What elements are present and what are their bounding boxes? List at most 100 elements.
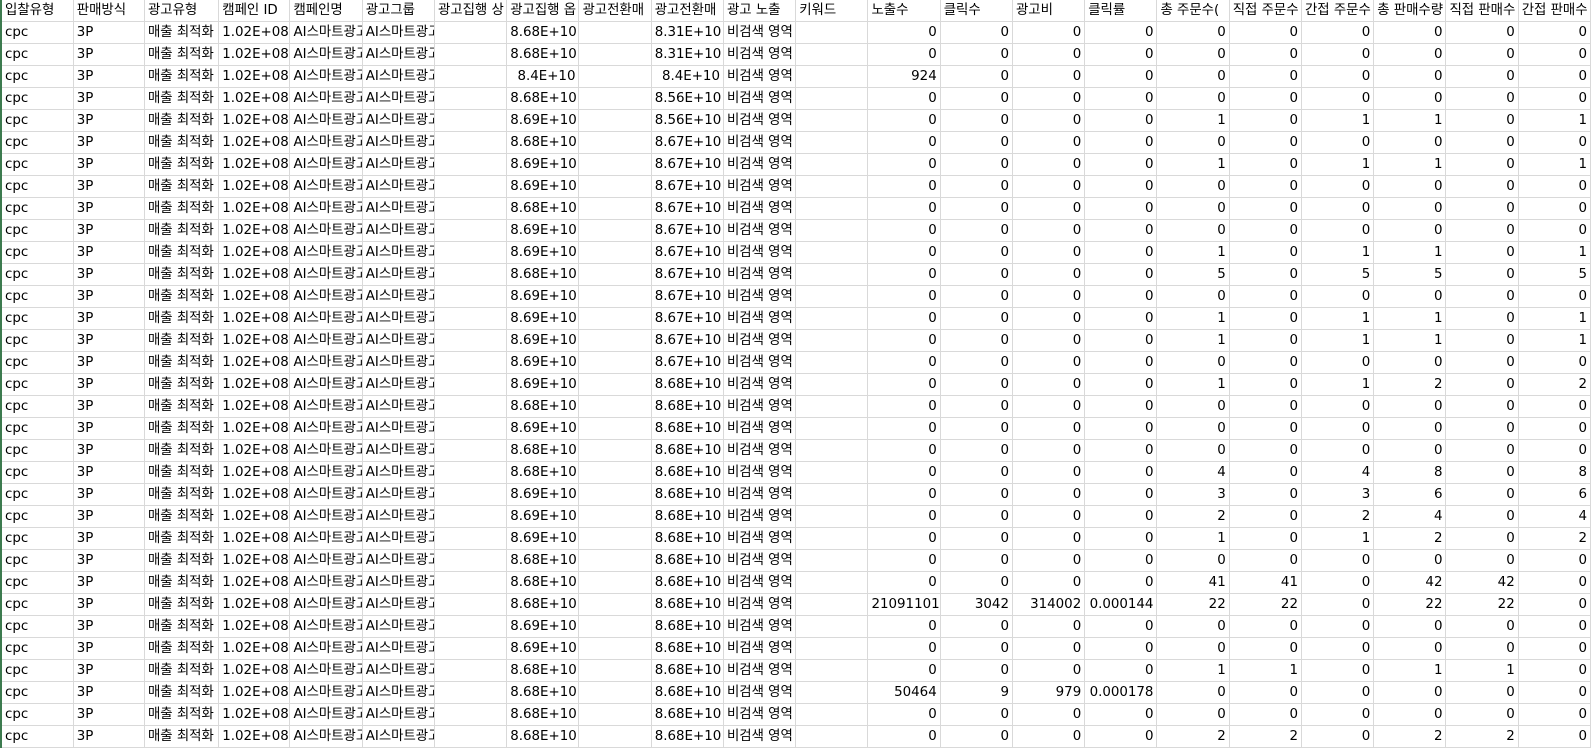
table-cell[interactable]: 0 [1156, 21, 1230, 45]
table-cell[interactable]: 0 [1301, 659, 1375, 683]
table-cell[interactable] [578, 461, 652, 485]
table-cell[interactable]: 1 [1373, 109, 1447, 133]
table-cell[interactable]: cpc [0, 197, 74, 221]
table-cell[interactable]: AI스마트광고 [289, 703, 363, 727]
table-cell[interactable]: 0 [867, 505, 941, 529]
table-cell[interactable] [795, 87, 869, 111]
table-cell[interactable]: 3P [73, 439, 145, 463]
table-cell[interactable]: 0 [1373, 219, 1447, 243]
table-cell[interactable]: 0 [1301, 197, 1375, 221]
table-cell[interactable]: 0 [867, 175, 941, 199]
table-cell[interactable]: 비검색 영역 [723, 65, 797, 89]
table-cell[interactable] [795, 593, 869, 617]
table-cell[interactable]: 8.68E+10 [651, 373, 724, 397]
table-cell[interactable]: 3P [73, 571, 145, 595]
table-cell[interactable]: 비검색 영역 [723, 351, 797, 375]
table-cell[interactable]: 8.67E+10 [651, 329, 724, 353]
table-cell[interactable]: 8.68E+10 [506, 131, 580, 155]
table-cell[interactable]: 비검색 영역 [723, 571, 797, 595]
table-cell[interactable]: 1.02E+08 [218, 109, 291, 133]
table-cell[interactable]: 0 [1156, 439, 1230, 463]
table-cell[interactable]: 3P [73, 725, 145, 749]
table-cell[interactable]: 0 [867, 373, 941, 397]
table-cell[interactable]: 0 [1012, 417, 1086, 441]
table-cell[interactable]: 8.69E+10 [506, 175, 580, 199]
table-cell[interactable] [795, 175, 869, 199]
table-cell[interactable]: 5 [1301, 263, 1375, 287]
table-cell[interactable]: 8.68E+10 [506, 725, 580, 749]
table-cell[interactable]: 0 [1373, 615, 1447, 639]
table-cell[interactable]: 0 [940, 439, 1013, 463]
table-cell[interactable]: 0 [1229, 197, 1302, 221]
spreadsheet-grid[interactable]: 입찰유형 판매방식 광고유형 캠페인 ID 캠페인명 광고그룹 광고집행 상 광고집행 옵 광고… [0, 0, 1591, 754]
table-cell[interactable] [434, 241, 508, 265]
table-cell[interactable]: 8.67E+10 [651, 285, 724, 309]
table-cell[interactable] [578, 505, 652, 529]
table-cell[interactable]: 1.02E+08 [218, 483, 291, 507]
table-cell[interactable]: 8.68E+10 [506, 43, 580, 67]
table-cell[interactable]: 8.67E+10 [651, 307, 724, 331]
table-cell[interactable]: 0 [1301, 703, 1375, 727]
table-cell[interactable] [434, 21, 508, 45]
table-cell[interactable]: 8.69E+10 [506, 417, 580, 441]
table-cell[interactable]: 0 [1518, 395, 1591, 419]
table-cell[interactable] [795, 417, 869, 441]
table-cell[interactable]: 8.67E+10 [651, 131, 724, 155]
table-cell[interactable]: 0 [867, 43, 941, 67]
table-cell[interactable]: 0 [1012, 725, 1086, 749]
table-cell[interactable]: 0 [940, 87, 1013, 111]
table-cell[interactable]: 1 [1518, 241, 1591, 265]
table-cell[interactable]: 3P [73, 505, 145, 529]
table-cell[interactable]: AI스마트광고 [289, 725, 363, 749]
table-cell[interactable]: 매출 최적화 [144, 351, 220, 375]
table-cell[interactable]: 8.67E+10 [651, 175, 724, 199]
table-cell[interactable]: 1.02E+08 [218, 153, 291, 177]
table-cell[interactable]: 0 [1445, 681, 1519, 705]
table-cell[interactable]: 0 [1518, 197, 1591, 221]
table-cell[interactable] [795, 505, 869, 529]
table-cell[interactable] [578, 65, 652, 89]
table-cell[interactable]: 8.69E+10 [506, 505, 580, 529]
table-cell[interactable]: AI스마트광고 [362, 505, 435, 529]
table-cell[interactable] [578, 21, 652, 45]
table-cell[interactable] [795, 351, 869, 375]
table-cell[interactable]: 3P [73, 65, 145, 89]
table-cell[interactable]: 0 [1518, 87, 1591, 111]
table-cell[interactable]: 0 [1518, 659, 1591, 683]
table-cell[interactable]: 0 [1012, 703, 1086, 727]
table-cell[interactable]: 1.02E+08 [218, 241, 291, 265]
table-cell[interactable]: 6 [1373, 483, 1447, 507]
table-cell[interactable]: 3P [73, 131, 145, 155]
table-cell[interactable]: 0 [867, 461, 941, 485]
table-cell[interactable]: 1.02E+08 [218, 725, 291, 749]
table-cell[interactable]: 4 [1301, 461, 1375, 485]
table-cell[interactable]: 8 [1373, 461, 1447, 485]
table-cell[interactable] [578, 285, 652, 309]
table-cell[interactable]: 979 [1012, 681, 1086, 705]
table-cell[interactable]: 0 [867, 21, 941, 45]
table-cell[interactable]: 0 [1229, 703, 1302, 727]
table-cell[interactable]: 0 [1445, 153, 1519, 177]
table-cell[interactable]: 8.68E+10 [651, 615, 724, 639]
table-cell[interactable]: 8.68E+10 [506, 593, 580, 617]
table-cell[interactable]: 4 [1156, 461, 1230, 485]
table-cell[interactable]: AI스마트광고 [362, 43, 435, 67]
table-cell[interactable]: 0 [1301, 43, 1375, 67]
table-cell[interactable] [434, 351, 508, 375]
table-cell[interactable]: 매출 최적화 [144, 285, 220, 309]
table-cell[interactable]: 1 [1156, 373, 1230, 397]
table-cell[interactable]: 3P [73, 373, 145, 397]
table-cell[interactable]: 비검색 영역 [723, 549, 797, 573]
table-cell[interactable]: 0 [1012, 395, 1086, 419]
table-cell[interactable]: 0 [1084, 703, 1158, 727]
table-cell[interactable]: 3P [73, 637, 145, 661]
table-cell[interactable]: 0 [1518, 21, 1591, 45]
table-cell[interactable]: 0 [867, 153, 941, 177]
table-cell[interactable]: 0 [1156, 87, 1230, 111]
table-cell[interactable]: 3P [73, 417, 145, 441]
table-cell[interactable] [434, 65, 508, 89]
table-cell[interactable]: AI스마트광고 [289, 681, 363, 705]
column-header-cell[interactable]: 간접 주문수 [1301, 0, 1375, 23]
table-cell[interactable] [434, 219, 508, 243]
table-cell[interactable]: AI스마트광고 [289, 241, 363, 265]
